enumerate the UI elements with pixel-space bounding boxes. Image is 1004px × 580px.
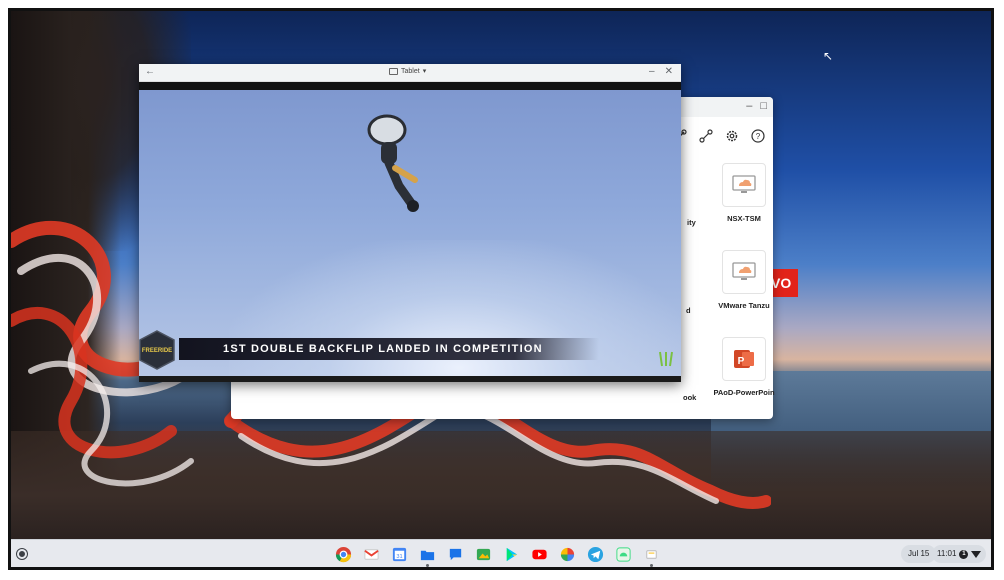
video-window-titlebar[interactable]: ← Tablet ▾ – ✕: [139, 64, 681, 82]
window-mode-label: Tablet: [401, 67, 420, 75]
wifi-icon: [971, 550, 982, 558]
connection-icon[interactable]: [699, 129, 713, 143]
minimize-icon[interactable]: –: [746, 100, 752, 112]
video-frame[interactable]: 1ST DOUBLE BACKFLIP LANDED IN COMPETITIO…: [139, 90, 681, 376]
window-mode-dropdown[interactable]: Tablet ▾: [389, 67, 426, 75]
minimize-icon[interactable]: –: [649, 66, 655, 77]
android-app-icon[interactable]: [613, 544, 634, 565]
svg-text:31: 31: [396, 554, 402, 560]
mouse-cursor-icon: ↖: [823, 49, 834, 63]
files-app-icon[interactable]: [417, 544, 438, 567]
app-tile-vmware-tanzu[interactable]: VMware Tanzu: [701, 250, 787, 310]
monster-energy-logo: [659, 351, 673, 367]
date-text: Jul 15: [908, 549, 930, 558]
messages-app-icon[interactable]: [445, 544, 466, 565]
maximize-icon[interactable]: □: [760, 100, 767, 112]
clock-time: 11:01: [937, 549, 957, 558]
app-tile-label: NSX-TSM: [727, 214, 761, 223]
cloud-monitor-icon: [732, 175, 756, 193]
notification-icon: 1: [959, 549, 969, 559]
taskbar-shelf: 31 Jul 15 11:01 1: [11, 539, 991, 567]
photos-app-icon[interactable]: [557, 544, 578, 565]
telegram-app-icon[interactable]: [585, 544, 606, 565]
pinned-apps: 31: [333, 544, 662, 567]
gear-icon[interactable]: [725, 129, 739, 143]
notes-app-icon[interactable]: [641, 544, 662, 567]
tile-label-partial: ook: [683, 393, 697, 402]
video-player-window[interactable]: ← Tablet ▾ – ✕ 1ST DOUBLE BACKFLIP LANDE…: [139, 64, 681, 382]
chrome-app-icon[interactable]: [333, 544, 354, 565]
app-tile-label: VMware Tanzu: [718, 301, 770, 310]
tile-label-partial: d: [686, 306, 691, 315]
close-icon[interactable]: ✕: [665, 66, 673, 77]
app-tile-paod-powerpoint[interactable]: P PAoD-PowerPoin: [701, 337, 787, 397]
launcher-button[interactable]: [17, 549, 27, 559]
tablet-icon: [389, 67, 398, 75]
svg-text:?: ?: [756, 132, 761, 141]
jetski-rider-image: [367, 114, 419, 212]
video-top-letterbox: [139, 82, 681, 90]
app-tile-label: PAoD-PowerPoin: [713, 388, 775, 397]
tile-label-partial: ity: [687, 218, 696, 227]
desktop-wallpaper: VO ↖ – □ ? ity d ook NSX-TSM VMware Tanz…: [11, 11, 991, 539]
app-toolbar: ?: [673, 129, 765, 143]
video-caption-banner: 1ST DOUBLE BACKFLIP LANDED IN COMPETITIO…: [179, 338, 599, 360]
screen-frame: VO ↖ – □ ? ity d ook NSX-TSM VMware Tanz…: [8, 8, 994, 570]
video-bottom-letterbox: [139, 376, 681, 382]
photo-editor-app-icon[interactable]: [473, 544, 494, 565]
powerpoint-icon: P: [734, 350, 754, 368]
video-caption-text: 1ST DOUBLE BACKFLIP LANDED IN COMPETITIO…: [223, 343, 543, 355]
status-tray[interactable]: 11:01 1: [932, 545, 987, 563]
gmail-app-icon[interactable]: [361, 544, 382, 565]
back-arrow-icon[interactable]: ←: [145, 66, 155, 77]
cloud-monitor-icon: [732, 262, 756, 280]
play-store-app-icon[interactable]: [501, 544, 522, 565]
youtube-app-icon[interactable]: [529, 544, 550, 565]
help-icon[interactable]: ?: [751, 129, 765, 143]
chevron-down-icon: ▾: [422, 68, 427, 75]
calendar-app-icon[interactable]: 31: [389, 544, 410, 565]
svg-text:FREERIDE: FREERIDE: [142, 348, 172, 354]
app-tile-nsx-tsm[interactable]: NSX-TSM: [701, 163, 787, 223]
svg-text:P: P: [738, 356, 745, 367]
freeride-badge-logo: FREERIDE: [139, 330, 175, 370]
